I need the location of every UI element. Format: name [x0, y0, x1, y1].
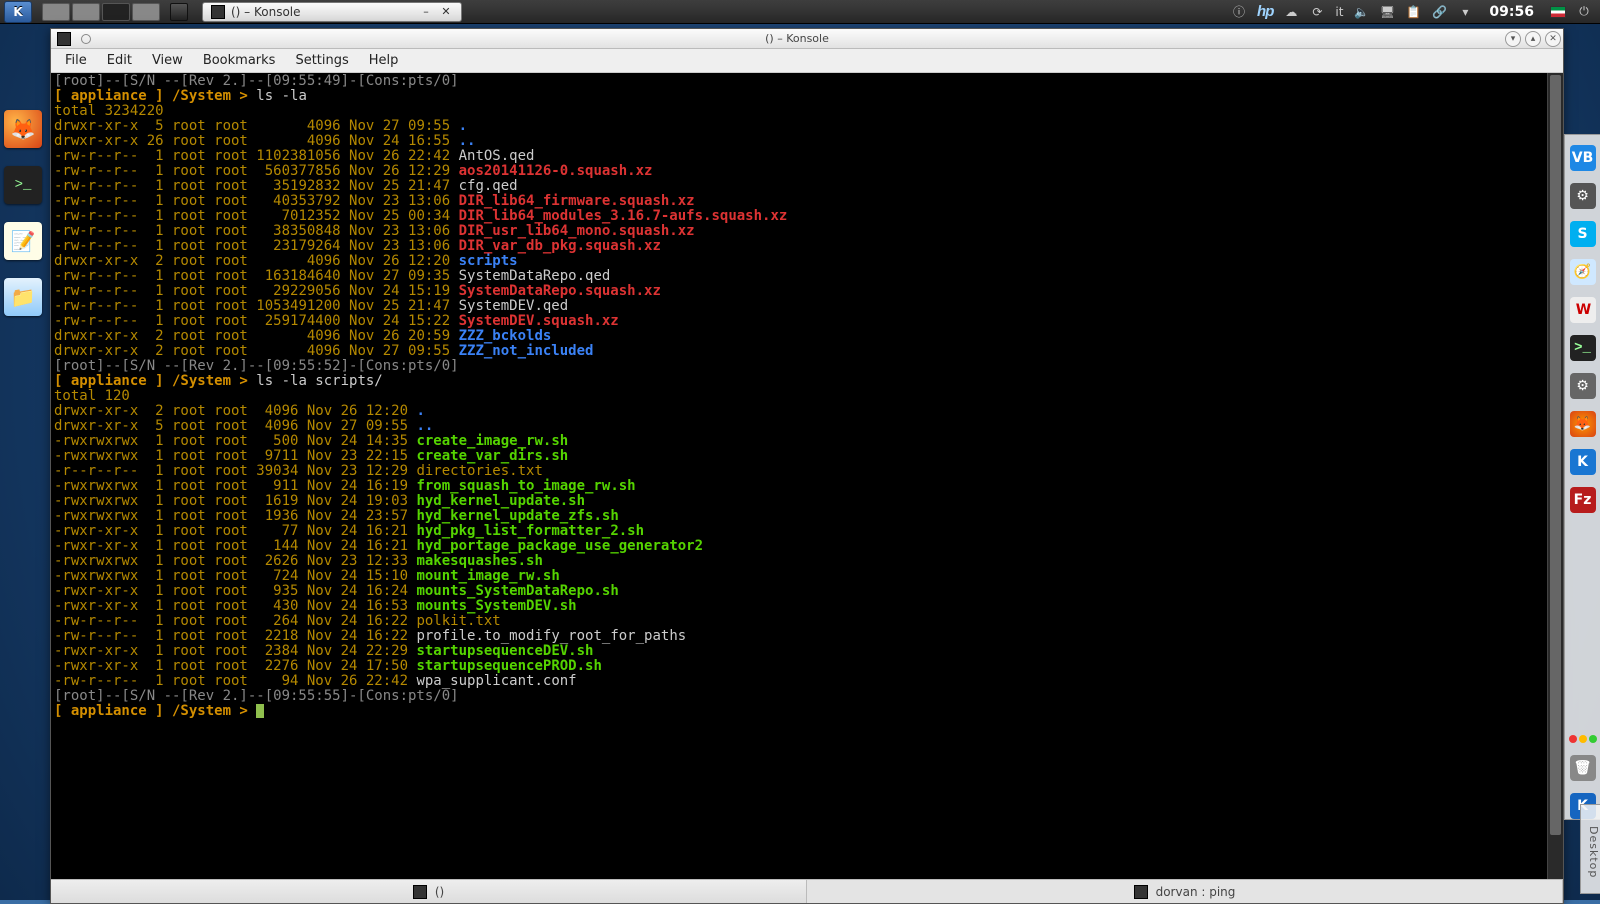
- menu-file[interactable]: File: [57, 51, 95, 70]
- settings-icon[interactable]: ⚙: [1570, 183, 1596, 209]
- menubar: File Edit View Bookmarks Settings Help: [51, 49, 1563, 73]
- keyboard-layout-indicator[interactable]: it: [1335, 5, 1343, 19]
- terminal-launcher[interactable]: [4, 166, 42, 204]
- tab-icon: [1134, 885, 1148, 899]
- services-icon[interactable]: ⚙: [1570, 373, 1596, 399]
- desktop-side-tab[interactable]: Desktop: [1580, 804, 1600, 894]
- locale-flag-icon[interactable]: [1550, 6, 1566, 18]
- volume-icon[interactable]: 🔈: [1353, 4, 1369, 20]
- right-plasma-panel: VB ⚙ S 🧭 W >_ ⚙ 🦊 K Fz 🗑 K: [1564, 134, 1600, 820]
- tab-icon: [413, 885, 427, 899]
- tab-label: (): [435, 885, 444, 899]
- hp-logo-icon: hp: [1257, 3, 1273, 20]
- file-manager-launcher[interactable]: [4, 278, 42, 316]
- konsole-tabbar: () dorvan : ping: [51, 879, 1563, 903]
- left-dock: [4, 110, 42, 316]
- system-tray: ⓘ hp ☁ ⟳ it 🔈 🖥 📋 🔗 ▾ 09:56 ⏻: [1223, 3, 1600, 20]
- clock[interactable]: 09:56: [1489, 4, 1534, 20]
- logout-icon[interactable]: ⏻: [1576, 4, 1592, 20]
- menu-help[interactable]: Help: [361, 51, 407, 70]
- chevron-down-icon[interactable]: ▾: [1457, 4, 1473, 20]
- skype-icon[interactable]: S: [1570, 221, 1596, 247]
- display-icon[interactable]: 🖥: [1379, 4, 1395, 20]
- menu-view[interactable]: View: [144, 51, 191, 70]
- taskbar-entry-title: () – Konsole: [231, 5, 301, 19]
- window-title: () – Konsole: [91, 32, 1503, 45]
- taskbar-entry-konsole[interactable]: () – Konsole – ✕: [202, 2, 462, 22]
- taskbar-entry-minimize-icon[interactable]: –: [419, 5, 433, 19]
- show-desktop-button[interactable]: [170, 3, 188, 21]
- menu-settings[interactable]: Settings: [287, 51, 356, 70]
- taskbar-entry-close-icon[interactable]: ✕: [439, 5, 453, 19]
- virtualbox-icon[interactable]: VB: [1570, 145, 1596, 171]
- konsole-window: () – Konsole ▾ ▴ ✕ File Edit View Bookma…: [50, 28, 1564, 904]
- window-minimize-button[interactable]: ▾: [1505, 31, 1521, 47]
- window-maximize-button[interactable]: ▴: [1525, 31, 1541, 47]
- menu-bookmarks[interactable]: Bookmarks: [195, 51, 284, 70]
- terminal-scrollbar[interactable]: [1547, 73, 1563, 879]
- pager-widget[interactable]: [42, 3, 160, 21]
- network-icon[interactable]: 🔗: [1431, 4, 1447, 20]
- vmware-icon[interactable]: W: [1570, 297, 1596, 323]
- status-dots: [1569, 735, 1597, 743]
- konsole-icon: [211, 5, 225, 19]
- info-icon[interactable]: ⓘ: [1231, 4, 1247, 20]
- kickoff-menu-button[interactable]: K: [4, 1, 32, 23]
- terminal-viewport[interactable]: [root]--[S/N --[Rev 2.]--[09:55:49]-[Con…: [51, 73, 1563, 879]
- compass-icon[interactable]: 🧭: [1570, 259, 1596, 285]
- desktop: () – Konsole ▾ ▴ ✕ File Edit View Bookma…: [0, 24, 1600, 900]
- terminal-icon[interactable]: >_: [1570, 335, 1596, 361]
- trash-icon[interactable]: 🗑: [1570, 755, 1596, 781]
- cloud-icon[interactable]: ☁: [1283, 4, 1299, 20]
- firefox-launcher[interactable]: [4, 110, 42, 148]
- window-close-button[interactable]: ✕: [1545, 31, 1561, 47]
- firefox-icon[interactable]: 🦊: [1570, 411, 1596, 437]
- tab-label: dorvan : ping: [1156, 885, 1236, 899]
- window-app-icon: [57, 32, 71, 46]
- window-titlebar[interactable]: () – Konsole ▾ ▴ ✕: [51, 29, 1563, 49]
- refresh-icon[interactable]: ⟳: [1309, 4, 1325, 20]
- menu-edit[interactable]: Edit: [99, 51, 140, 70]
- kde-app-icon[interactable]: K: [1570, 449, 1596, 475]
- system-taskbar: K () – Konsole – ✕ ⓘ hp ☁ ⟳ it 🔈 🖥 📋 🔗 ▾…: [0, 0, 1600, 24]
- filezilla-icon[interactable]: Fz: [1570, 487, 1596, 513]
- clipboard-icon[interactable]: 📋: [1405, 4, 1421, 20]
- notes-launcher[interactable]: [4, 222, 42, 260]
- window-menu-icon[interactable]: [81, 34, 91, 44]
